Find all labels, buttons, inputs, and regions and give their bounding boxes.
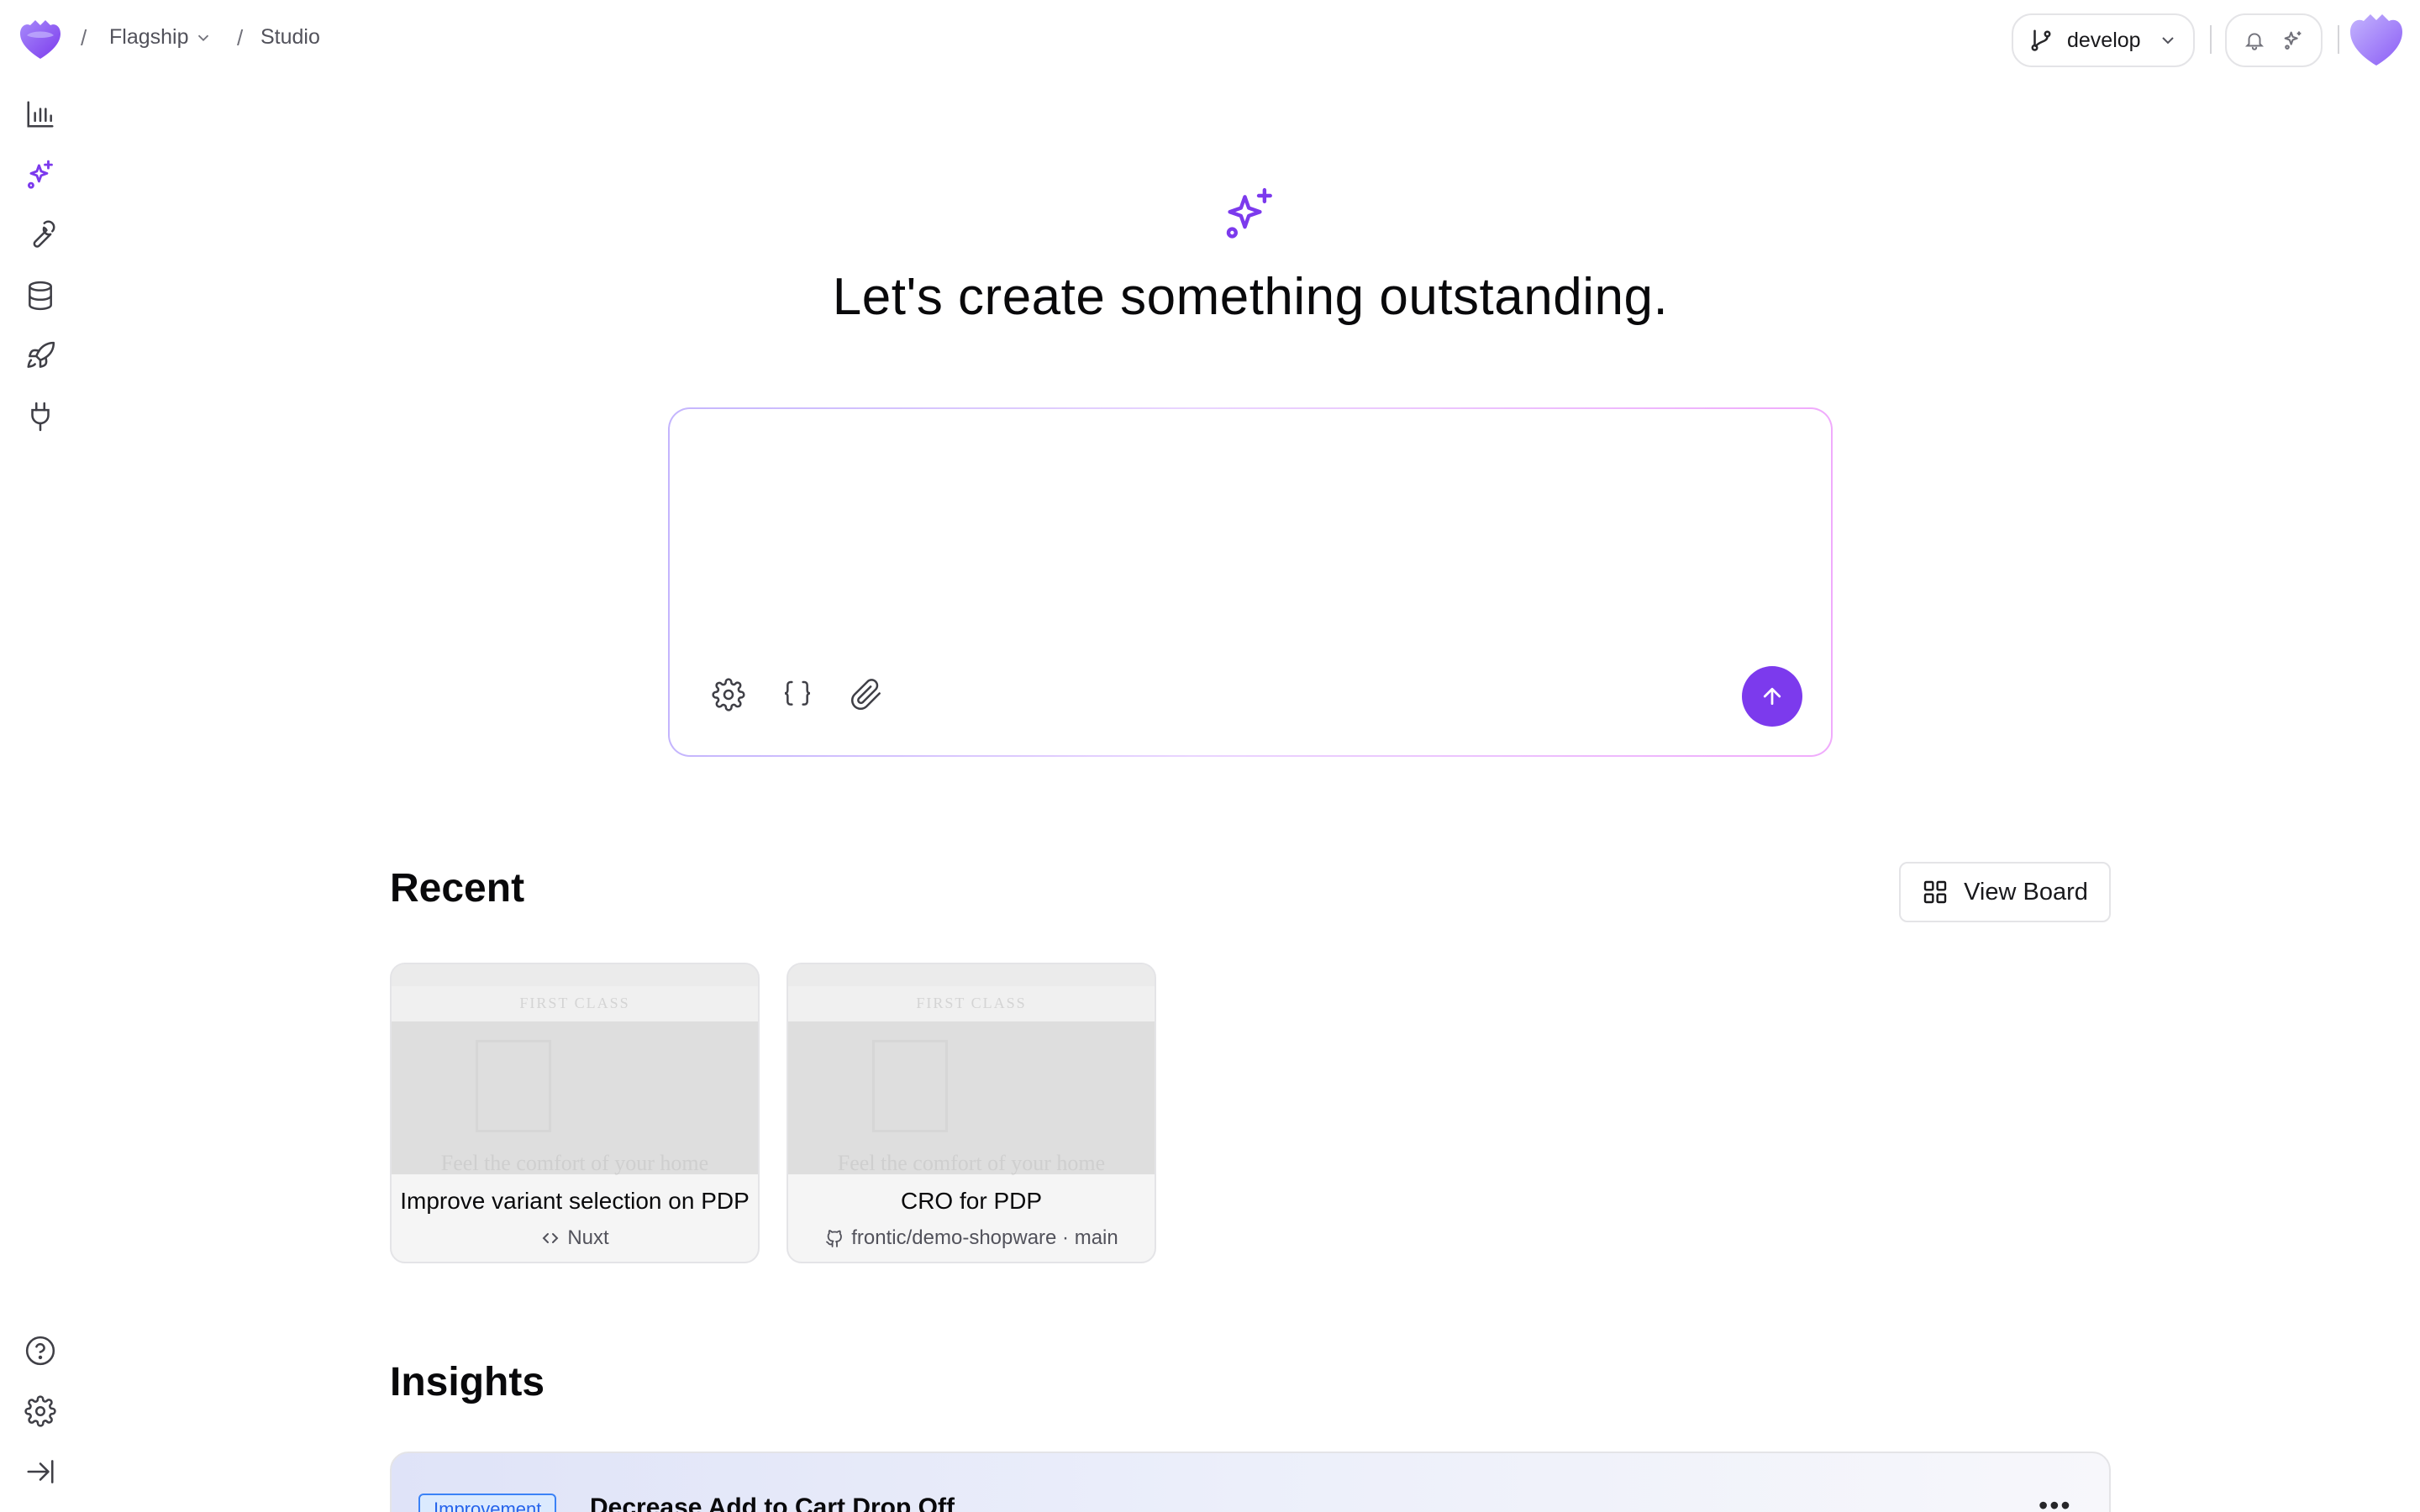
card-title: CRO for PDP [900, 1188, 1043, 1214]
sidebar-item-deploy[interactable] [24, 339, 57, 373]
app-logo-icon[interactable] [18, 18, 62, 60]
branch-selector[interactable]: develop [2012, 13, 2195, 67]
insight-title: Decrease Add to Cart Drop Off [590, 1494, 955, 1512]
breadcrumb-project-label: Flagship [109, 25, 189, 49]
sidebar-item-expand[interactable] [24, 1455, 57, 1488]
sidebar-item-studio[interactable] [24, 158, 57, 192]
plug-icon [31, 402, 50, 432]
breadcrumb-project[interactable]: Flagship [109, 25, 213, 50]
recent-card[interactable]: FIRST CLASS Feel the comfort of your hom… [786, 963, 1156, 1263]
preview-tagline: Feel the comfort of your home [837, 1151, 1106, 1175]
breadcrumb-separator: / [237, 25, 244, 50]
prompt-context-button[interactable] [779, 676, 816, 713]
prompt-attach-button[interactable] [848, 676, 885, 713]
help-circle-icon [25, 1336, 55, 1366]
sparkles-icon[interactable] [2281, 29, 2305, 52]
card-preview-image: FIRST CLASS Feel the comfort of your hom… [392, 964, 758, 1175]
breadcrumb-separator: / [81, 25, 87, 50]
git-branch-icon [2031, 29, 2051, 51]
arrow-up-icon [1763, 687, 1781, 706]
prompt-box-inner [670, 409, 1831, 755]
preview-brand: FIRST CLASS [519, 995, 630, 1011]
paperclip-icon [850, 679, 881, 711]
sidebar-item-integrations[interactable] [24, 400, 57, 433]
code-icon [542, 1233, 559, 1243]
insight-badge: Improvement [418, 1494, 557, 1512]
card-subtitle-text: Nuxt [567, 1226, 609, 1249]
view-board-button[interactable]: View Board [1899, 862, 2111, 922]
rocket-icon [27, 341, 55, 368]
branch-name: develop [2067, 28, 2141, 52]
chevron-down-icon [2162, 37, 2174, 45]
card-subtitle: Nuxt [392, 1226, 758, 1250]
recent-card[interactable]: FIRST CLASS Feel the comfort of your hom… [390, 963, 760, 1263]
gear-icon [712, 678, 745, 711]
page-title: Let's create something outstanding. [832, 268, 1669, 326]
header-actions [2225, 13, 2323, 67]
github-icon [826, 1230, 843, 1247]
sidebar-item-analytics[interactable] [24, 97, 57, 131]
card-subtitle: frontic/demo-shopware · main [788, 1226, 1155, 1250]
bell-icon[interactable] [2244, 29, 2265, 51]
insight-card[interactable]: Improvement Decrease Add to Cart Drop Of… [390, 1452, 2111, 1512]
card-subtitle-text: frontic/demo-shopware · main [851, 1226, 1118, 1249]
avatar[interactable] [2348, 12, 2405, 67]
breadcrumb-page-label: Studio [260, 25, 320, 49]
preview-brand: FIRST CLASS [916, 995, 1027, 1011]
expand-sidebar-icon [27, 1460, 54, 1483]
prompt-input[interactable] [695, 433, 1804, 634]
prompt-settings-button[interactable] [710, 676, 747, 713]
divider [2338, 25, 2339, 54]
recent-section-title: Recent [390, 866, 525, 911]
breadcrumb-page[interactable]: Studio [260, 25, 320, 50]
sidebar-item-tools[interactable] [24, 218, 57, 252]
gear-icon [24, 1395, 56, 1427]
sidebar-item-help[interactable] [24, 1334, 57, 1368]
more-options-icon[interactable]: ••• [2039, 1490, 2072, 1512]
prompt-toolbar [710, 676, 885, 713]
chevron-down-icon [197, 34, 208, 41]
sparkles-icon [1226, 187, 1272, 239]
top-bar: / Flagship / Studio develop [0, 0, 2420, 77]
braces-icon [784, 680, 811, 706]
grid-icon [1923, 880, 1947, 904]
card-title: Improve variant selection on PDP [400, 1188, 750, 1214]
card-preview-image: FIRST CLASS Feel the comfort of your hom… [788, 964, 1155, 1175]
wrench-icon [33, 220, 55, 248]
view-board-label: View Board [1964, 878, 2088, 906]
insights-section-title: Insights [390, 1360, 545, 1404]
send-button[interactable] [1742, 666, 1802, 727]
prompt-box [668, 407, 1833, 757]
preview-tagline: Feel the comfort of your home [440, 1151, 709, 1175]
sidebar-item-settings[interactable] [24, 1394, 57, 1428]
divider [2210, 25, 2212, 54]
bar-chart-icon [27, 101, 54, 128]
sparkles-icon [27, 160, 53, 189]
